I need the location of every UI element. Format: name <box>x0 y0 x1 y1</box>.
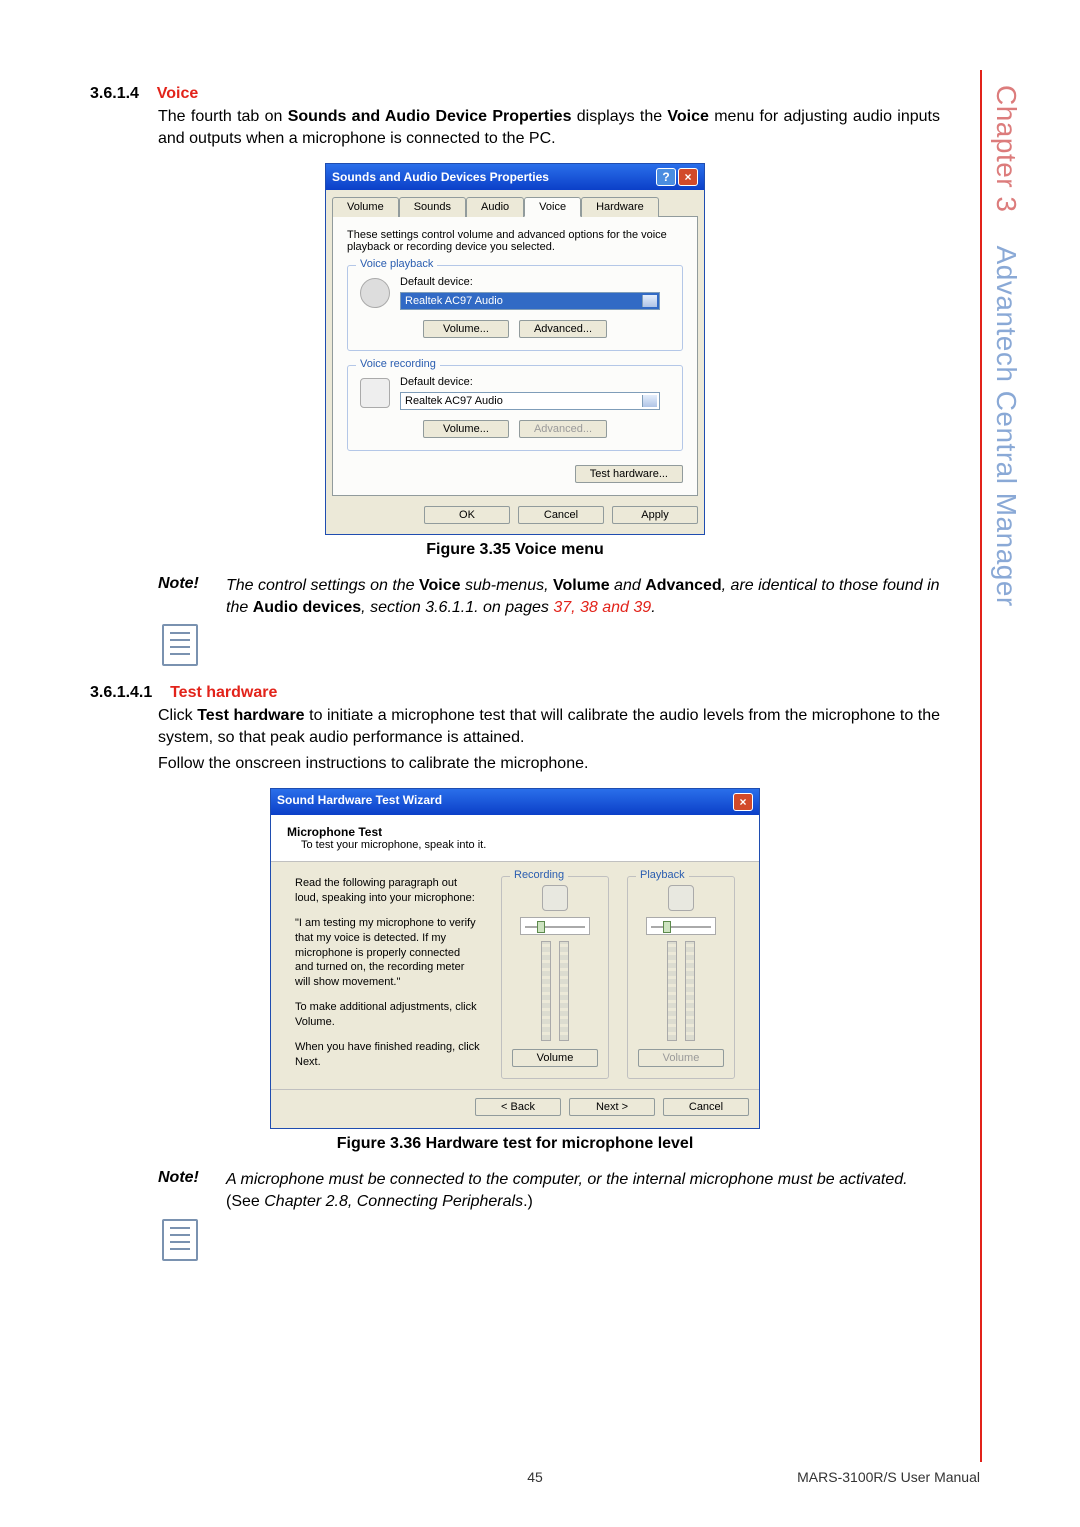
figure-caption-1: Figure 3.35 Voice menu <box>90 541 940 559</box>
apply-button[interactable]: Apply <box>612 506 698 524</box>
close-button[interactable]: × <box>733 793 753 811</box>
group-title-recording: Voice recording <box>356 358 440 370</box>
cancel-button[interactable]: Cancel <box>518 506 604 524</box>
tab-audio[interactable]: Audio <box>466 197 524 217</box>
playback-group-title: Playback <box>636 869 689 881</box>
recording-device-select[interactable]: Realtek AC97 Audio <box>400 392 660 410</box>
note-label: Note! <box>158 1169 208 1212</box>
section-title: Voice <box>157 85 199 102</box>
microphone-icon <box>542 885 568 911</box>
level-bar <box>685 941 695 1041</box>
subsection-number: 3.6.1.4.1 <box>90 684 152 701</box>
voice-properties-dialog: Sounds and Audio Devices Properties ? × … <box>325 163 705 535</box>
group-title-playback: Voice playback <box>356 258 437 270</box>
voice-playback-group: Voice playback Default device: Realtek A… <box>347 265 683 351</box>
page-number: 45 <box>527 1469 543 1485</box>
recording-meter-group: Recording Volume <box>501 876 609 1079</box>
note-label: Note! <box>158 575 208 618</box>
microphone-icon <box>360 378 390 408</box>
ok-button[interactable]: OK <box>424 506 510 524</box>
next-button[interactable]: Next > <box>569 1098 655 1116</box>
recording-slider[interactable] <box>520 917 590 935</box>
page-crossref[interactable]: 37, 38 and 39 <box>553 599 651 616</box>
wizard-head-sub: To test your microphone, speak into it. <box>287 839 743 851</box>
subsection-p1: Click Test hardware to initiate a microp… <box>90 705 940 748</box>
help-button[interactable]: ? <box>656 168 676 186</box>
page-footer: 45 MARS-3100R/S User Manual <box>90 1469 980 1485</box>
dialog-title: Sounds and Audio Devices Properties <box>332 170 549 184</box>
level-bar <box>541 941 551 1041</box>
cancel-button[interactable]: Cancel <box>663 1098 749 1116</box>
manual-name: MARS-3100R/S User Manual <box>797 1469 980 1485</box>
note-icon <box>162 1219 198 1261</box>
recording-volume-button[interactable]: Volume... <box>423 420 509 438</box>
close-button[interactable]: × <box>678 168 698 186</box>
tab-voice[interactable]: Voice <box>524 197 581 217</box>
tab-sounds[interactable]: Sounds <box>399 197 466 217</box>
wizard-instructions: Read the following paragraph out loud, s… <box>295 876 481 1079</box>
recording-group-title: Recording <box>510 869 568 881</box>
playback-advanced-button[interactable]: Advanced... <box>519 320 607 338</box>
note-block-1: Note! The control settings on the Voice … <box>158 575 940 618</box>
section-number: 3.6.1.4 <box>90 85 139 102</box>
recording-volume-button[interactable]: Volume <box>512 1049 598 1067</box>
wizard-titlebar: Sound Hardware Test Wizard × <box>271 789 759 815</box>
dialog-titlebar: Sounds and Audio Devices Properties ? × <box>326 164 704 190</box>
subsection-title: Test hardware <box>170 684 277 701</box>
tab-hardware[interactable]: Hardware <box>581 197 659 217</box>
sound-hardware-test-wizard: Sound Hardware Test Wizard × Microphone … <box>270 788 760 1129</box>
default-device-label: Default device: <box>400 276 660 288</box>
tab-volume[interactable]: Volume <box>332 197 399 217</box>
playback-volume-button[interactable]: Volume... <box>423 320 509 338</box>
figure-caption-2: Figure 3.36 Hardware test for microphone… <box>90 1135 940 1153</box>
level-bar <box>559 941 569 1041</box>
playback-volume-button: Volume <box>638 1049 724 1067</box>
test-hardware-button[interactable]: Test hardware... <box>575 465 683 483</box>
voice-recording-group: Voice recording Default device: Realtek … <box>347 365 683 451</box>
recording-advanced-button: Advanced... <box>519 420 607 438</box>
playback-slider[interactable] <box>646 917 716 935</box>
side-tab-chapter: Chapter 3 <box>991 85 1022 212</box>
default-device-label: Default device: <box>400 376 660 388</box>
side-tab-text: Chapter 3 Advantech Central Manager <box>990 85 1022 607</box>
speaker-icon <box>668 885 694 911</box>
side-tab: Chapter 3 Advantech Central Manager <box>980 70 1030 1462</box>
playback-meter-group: Playback Volume <box>627 876 735 1079</box>
section-body: The fourth tab on Sounds and Audio Devic… <box>90 106 940 149</box>
wizard-head-title: Microphone Test <box>287 825 743 839</box>
subsection-p2: Follow the onscreen instructions to cali… <box>90 753 940 775</box>
note-icon <box>162 624 198 666</box>
side-tab-title: Advantech Central Manager <box>991 246 1022 607</box>
speaker-icon <box>360 278 390 308</box>
level-bar <box>667 941 677 1041</box>
playback-device-select[interactable]: Realtek AC97 Audio <box>400 292 660 310</box>
tab-strip: Volume Sounds Audio Voice Hardware <box>326 190 704 216</box>
wizard-title: Sound Hardware Test Wizard <box>277 793 442 811</box>
note-block-2: Note! A microphone must be connected to … <box>158 1169 940 1212</box>
back-button[interactable]: < Back <box>475 1098 561 1116</box>
dialog-description: These settings control volume and advanc… <box>347 229 683 253</box>
